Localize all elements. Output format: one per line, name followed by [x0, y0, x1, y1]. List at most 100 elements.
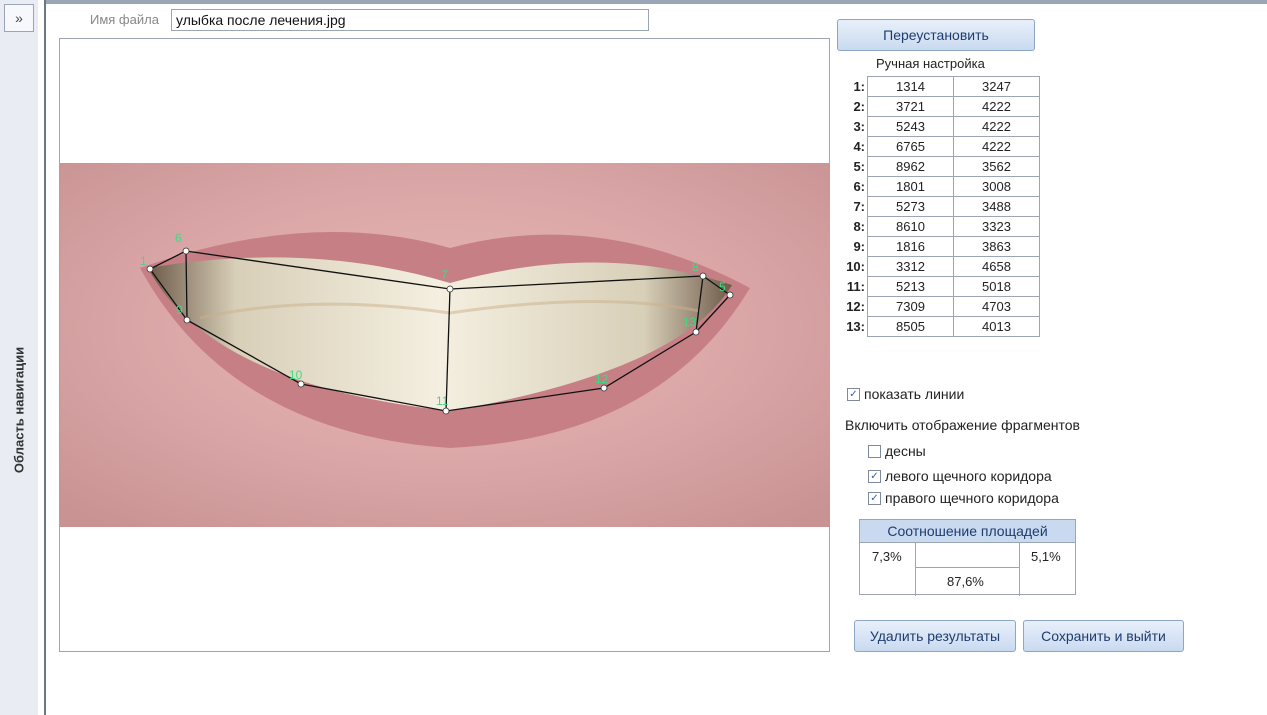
fragment-checkbox[interactable]: десны	[868, 443, 926, 459]
fragments-title: Включить отображение фрагментов	[845, 417, 1080, 433]
y-coordinate[interactable]: 4658	[953, 256, 1040, 277]
x-coordinate[interactable]: 3721	[867, 96, 954, 117]
fragment-label: десны	[885, 443, 926, 459]
point-index: 7:	[853, 199, 865, 214]
landmark-point[interactable]	[442, 407, 450, 415]
y-coordinate[interactable]: 3247	[953, 76, 1040, 97]
checkbox-icon[interactable]: ✓	[847, 387, 860, 401]
landmark-point[interactable]	[446, 285, 454, 293]
coordinate-row: 7: 5273 3488	[845, 196, 1040, 217]
fragment-checkbox[interactable]: ✓ правого щечного коридора	[868, 490, 1059, 506]
expand-nav-icon[interactable]: »	[4, 4, 34, 32]
coordinate-row: 4: 6765 4222	[845, 136, 1040, 157]
coordinate-row: 6: 1801 3008	[845, 176, 1040, 197]
point-index: 2:	[853, 99, 865, 114]
landmark-label: 7	[441, 268, 448, 282]
y-coordinate[interactable]: 3562	[953, 156, 1040, 177]
manual-coordinates-table: 1: 1314 3247 2: 3721 4222 3: 5243 4222 4: 6765 4222…	[845, 76, 1040, 337]
landmark-point[interactable]	[726, 291, 734, 299]
x-coordinate[interactable]: 5213	[867, 276, 954, 297]
point-index: 4:	[853, 139, 865, 154]
delete-results-button[interactable]: Удалить результаты	[854, 620, 1016, 652]
coordinate-row: 2: 3721 4222	[845, 96, 1040, 117]
checkbox-icon[interactable]: ✓	[868, 491, 881, 505]
show-lines-checkbox[interactable]: ✓ показать линии	[847, 386, 964, 402]
y-coordinate[interactable]: 3008	[953, 176, 1040, 197]
show-lines-label: показать линии	[864, 386, 965, 402]
fragment-label: левого щечного коридора	[885, 468, 1052, 484]
landmark-point[interactable]	[699, 272, 707, 280]
point-index: 3:	[853, 119, 865, 134]
x-coordinate[interactable]: 8962	[867, 156, 954, 177]
checkbox-icon[interactable]: ✓	[868, 469, 881, 483]
point-index: 13:	[846, 319, 865, 334]
landmark-label: 8	[692, 260, 699, 274]
landmark-label: 13	[683, 315, 697, 329]
navigation-pane[interactable]: » Область навигации	[0, 0, 39, 715]
landmark-point[interactable]	[182, 247, 190, 255]
point-index: 8:	[853, 219, 865, 234]
smile-photo[interactable]: 1 6 9 7 10 11 12 8 5 13	[60, 163, 830, 527]
x-coordinate[interactable]: 5273	[867, 196, 954, 217]
navigation-pane-label[interactable]: Область навигации	[12, 347, 27, 473]
y-coordinate[interactable]: 3323	[953, 216, 1040, 237]
x-coordinate[interactable]: 5243	[867, 116, 954, 137]
point-index: 11:	[846, 279, 865, 294]
form-top-border	[46, 0, 1267, 4]
x-coordinate[interactable]: 8505	[867, 316, 954, 337]
area-ratio-title: Соотношение площадей	[860, 520, 1075, 543]
coordinate-row: 13: 8505 4013	[845, 316, 1040, 337]
coordinate-row: 5: 8962 3562	[845, 156, 1040, 177]
landmark-point[interactable]	[692, 328, 700, 336]
x-coordinate[interactable]: 1314	[867, 76, 954, 97]
ratio-divider-left	[915, 542, 916, 596]
y-coordinate[interactable]: 5018	[953, 276, 1040, 297]
y-coordinate[interactable]: 4703	[953, 296, 1040, 317]
point-index: 1:	[853, 79, 865, 94]
x-coordinate[interactable]: 1801	[867, 176, 954, 197]
landmark-point[interactable]	[183, 316, 191, 324]
file-name-label: Имя файла	[90, 12, 159, 27]
coordinate-row: 11: 5213 5018	[845, 276, 1040, 297]
landmark-label: 10	[289, 368, 303, 382]
landmark-label: 6	[175, 231, 182, 245]
landmark-label: 11	[436, 394, 449, 408]
point-index: 10:	[846, 259, 865, 274]
point-index: 12:	[846, 299, 865, 314]
landmark-label: 5	[719, 280, 726, 294]
fragment-label: правого щечного коридора	[885, 490, 1059, 506]
x-coordinate[interactable]: 3312	[867, 256, 954, 277]
y-coordinate[interactable]: 4222	[953, 136, 1040, 157]
point-index: 5:	[853, 159, 865, 174]
ratio-divider-right	[1019, 542, 1020, 596]
left-corridor-ratio: 7,3%	[872, 549, 902, 564]
y-coordinate[interactable]: 4222	[953, 96, 1040, 117]
landmark-label: 12	[595, 372, 609, 386]
coordinate-row: 9: 1816 3863	[845, 236, 1040, 257]
reset-button[interactable]: Переустановить	[837, 19, 1035, 51]
x-coordinate[interactable]: 7309	[867, 296, 954, 317]
y-coordinate[interactable]: 4222	[953, 116, 1040, 137]
save-and-exit-button[interactable]: Сохранить и выйти	[1023, 620, 1184, 652]
landmark-point[interactable]	[146, 265, 154, 273]
x-coordinate[interactable]: 6765	[867, 136, 954, 157]
coordinate-row: 1: 1314 3247	[845, 76, 1040, 97]
right-corridor-ratio: 5,1%	[1031, 549, 1061, 564]
coordinate-row: 10: 3312 4658	[845, 256, 1040, 277]
landmark-label: 1	[140, 254, 147, 268]
file-name-field[interactable]	[171, 9, 649, 31]
coordinate-row: 3: 5243 4222	[845, 116, 1040, 137]
fragment-checkbox[interactable]: ✓ левого щечного коридора	[868, 468, 1052, 484]
ratio-divider-mid	[915, 567, 1019, 568]
checkbox-icon[interactable]	[868, 444, 881, 458]
area-ratio-panel: Соотношение площадей 7,3% 5,1% 87,6%	[859, 519, 1076, 596]
coordinate-row: 12: 7309 4703	[845, 296, 1040, 317]
coordinate-row: 8: 8610 3323	[845, 216, 1040, 237]
y-coordinate[interactable]: 3863	[953, 236, 1040, 257]
form-border	[38, 0, 46, 715]
manual-settings-title: Ручная настройка	[876, 56, 985, 71]
x-coordinate[interactable]: 8610	[867, 216, 954, 237]
x-coordinate[interactable]: 1816	[867, 236, 954, 257]
y-coordinate[interactable]: 4013	[953, 316, 1040, 337]
y-coordinate[interactable]: 3488	[953, 196, 1040, 217]
